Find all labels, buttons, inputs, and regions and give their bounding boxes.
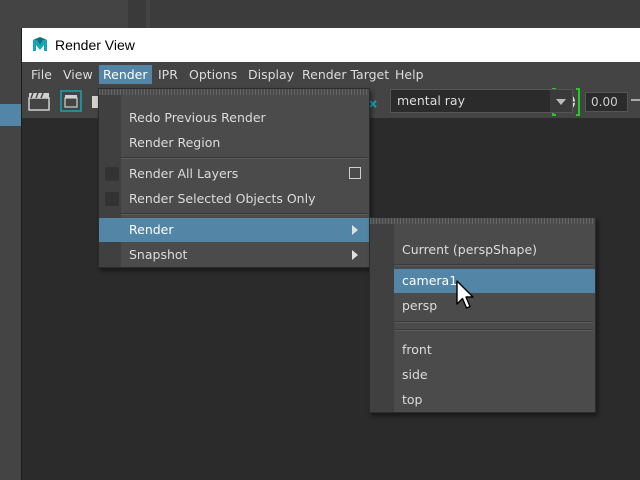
- menu-item-label: camera1: [402, 273, 458, 288]
- menu-separator: [394, 321, 593, 323]
- render-submenu: Current (perspShape) camera1 persp front…: [369, 217, 596, 413]
- renderer-select-value: mental ray: [397, 93, 465, 108]
- menu-separator: [394, 264, 593, 266]
- menu-render[interactable]: Render: [99, 65, 152, 84]
- tear-off-grip[interactable]: [99, 89, 369, 95]
- renderer-select[interactable]: mental ray: [390, 89, 573, 113]
- submenu-arrow-icon: [352, 250, 358, 260]
- submenu-left-column: [370, 224, 394, 412]
- menu-item-label: side: [402, 367, 428, 382]
- background-selected-row: [0, 104, 22, 126]
- menu-view[interactable]: View: [59, 65, 97, 84]
- background-strip: [150, 0, 640, 28]
- title-bar[interactable]: Render View: [22, 28, 640, 62]
- renderer-dropdown-button[interactable]: [550, 90, 572, 112]
- menu-render-target[interactable]: Render Target: [298, 65, 393, 84]
- menu-item-render[interactable]: Render: [99, 218, 369, 242]
- submenu-item-top[interactable]: top: [394, 388, 595, 412]
- tear-off-grip[interactable]: [370, 218, 595, 224]
- menu-display[interactable]: Display: [244, 65, 298, 84]
- value-field[interactable]: 0.00: [585, 92, 628, 112]
- menu-item-snapshot[interactable]: Snapshot: [99, 243, 369, 267]
- menu-ipr[interactable]: IPR: [154, 65, 182, 84]
- submenu-arrow-icon: [352, 225, 358, 235]
- render-menu: Redo Previous Render Render Region Rende…: [98, 88, 370, 268]
- menu-file[interactable]: File: [27, 65, 56, 84]
- menu-item-redo-previous-render[interactable]: Redo Previous Render: [99, 106, 369, 130]
- menu-item-render-selected-objects[interactable]: Render Selected Objects Only: [99, 187, 369, 211]
- menu-help[interactable]: Help: [391, 65, 428, 84]
- option-box-icon[interactable]: [105, 192, 119, 206]
- menu-options[interactable]: Options: [185, 65, 241, 84]
- render-all-layers-checkbox[interactable]: [349, 167, 361, 179]
- menu-item-label: Render: [129, 222, 174, 237]
- menu-bar: File View Render IPR Options Display Ren…: [22, 62, 640, 86]
- menu-item-label: Render Region: [129, 135, 221, 150]
- menu-item-render-all-layers[interactable]: Render All Layers: [99, 162, 369, 186]
- window-title: Render View: [55, 37, 135, 53]
- menu-item-label: Snapshot: [129, 247, 188, 262]
- menu-item-label: Current (perspShape): [402, 242, 538, 257]
- chevron-down-icon: [556, 99, 566, 105]
- menu-item-render-region[interactable]: Render Region: [99, 131, 369, 155]
- menu-item-label: Render All Layers: [129, 166, 239, 181]
- render-region-icon[interactable]: [60, 90, 82, 112]
- maya-logo-icon: [31, 36, 49, 54]
- submenu-item-camera1[interactable]: camera1: [394, 269, 595, 293]
- menu-item-label: persp: [402, 298, 438, 313]
- menu-separator: [121, 213, 367, 215]
- submenu-item-side[interactable]: side: [394, 363, 595, 387]
- cursor-arrow-icon: [456, 280, 474, 309]
- menu-item-label: top: [402, 392, 423, 407]
- submenu-item-persp[interactable]: persp: [394, 294, 595, 318]
- menu-item-label: Redo Previous Render: [129, 110, 266, 125]
- clapper-icon[interactable]: [28, 90, 50, 112]
- option-box-icon[interactable]: [105, 167, 119, 181]
- menu-separator: [121, 157, 367, 159]
- menu-item-label: Render Selected Objects Only: [129, 191, 316, 206]
- menu-item-label: front: [402, 342, 432, 357]
- submenu-item-current[interactable]: Current (perspShape): [394, 238, 595, 262]
- submenu-item-front[interactable]: front: [394, 338, 595, 362]
- menu-separator: [394, 329, 593, 331]
- toolbar-divider: [631, 99, 640, 101]
